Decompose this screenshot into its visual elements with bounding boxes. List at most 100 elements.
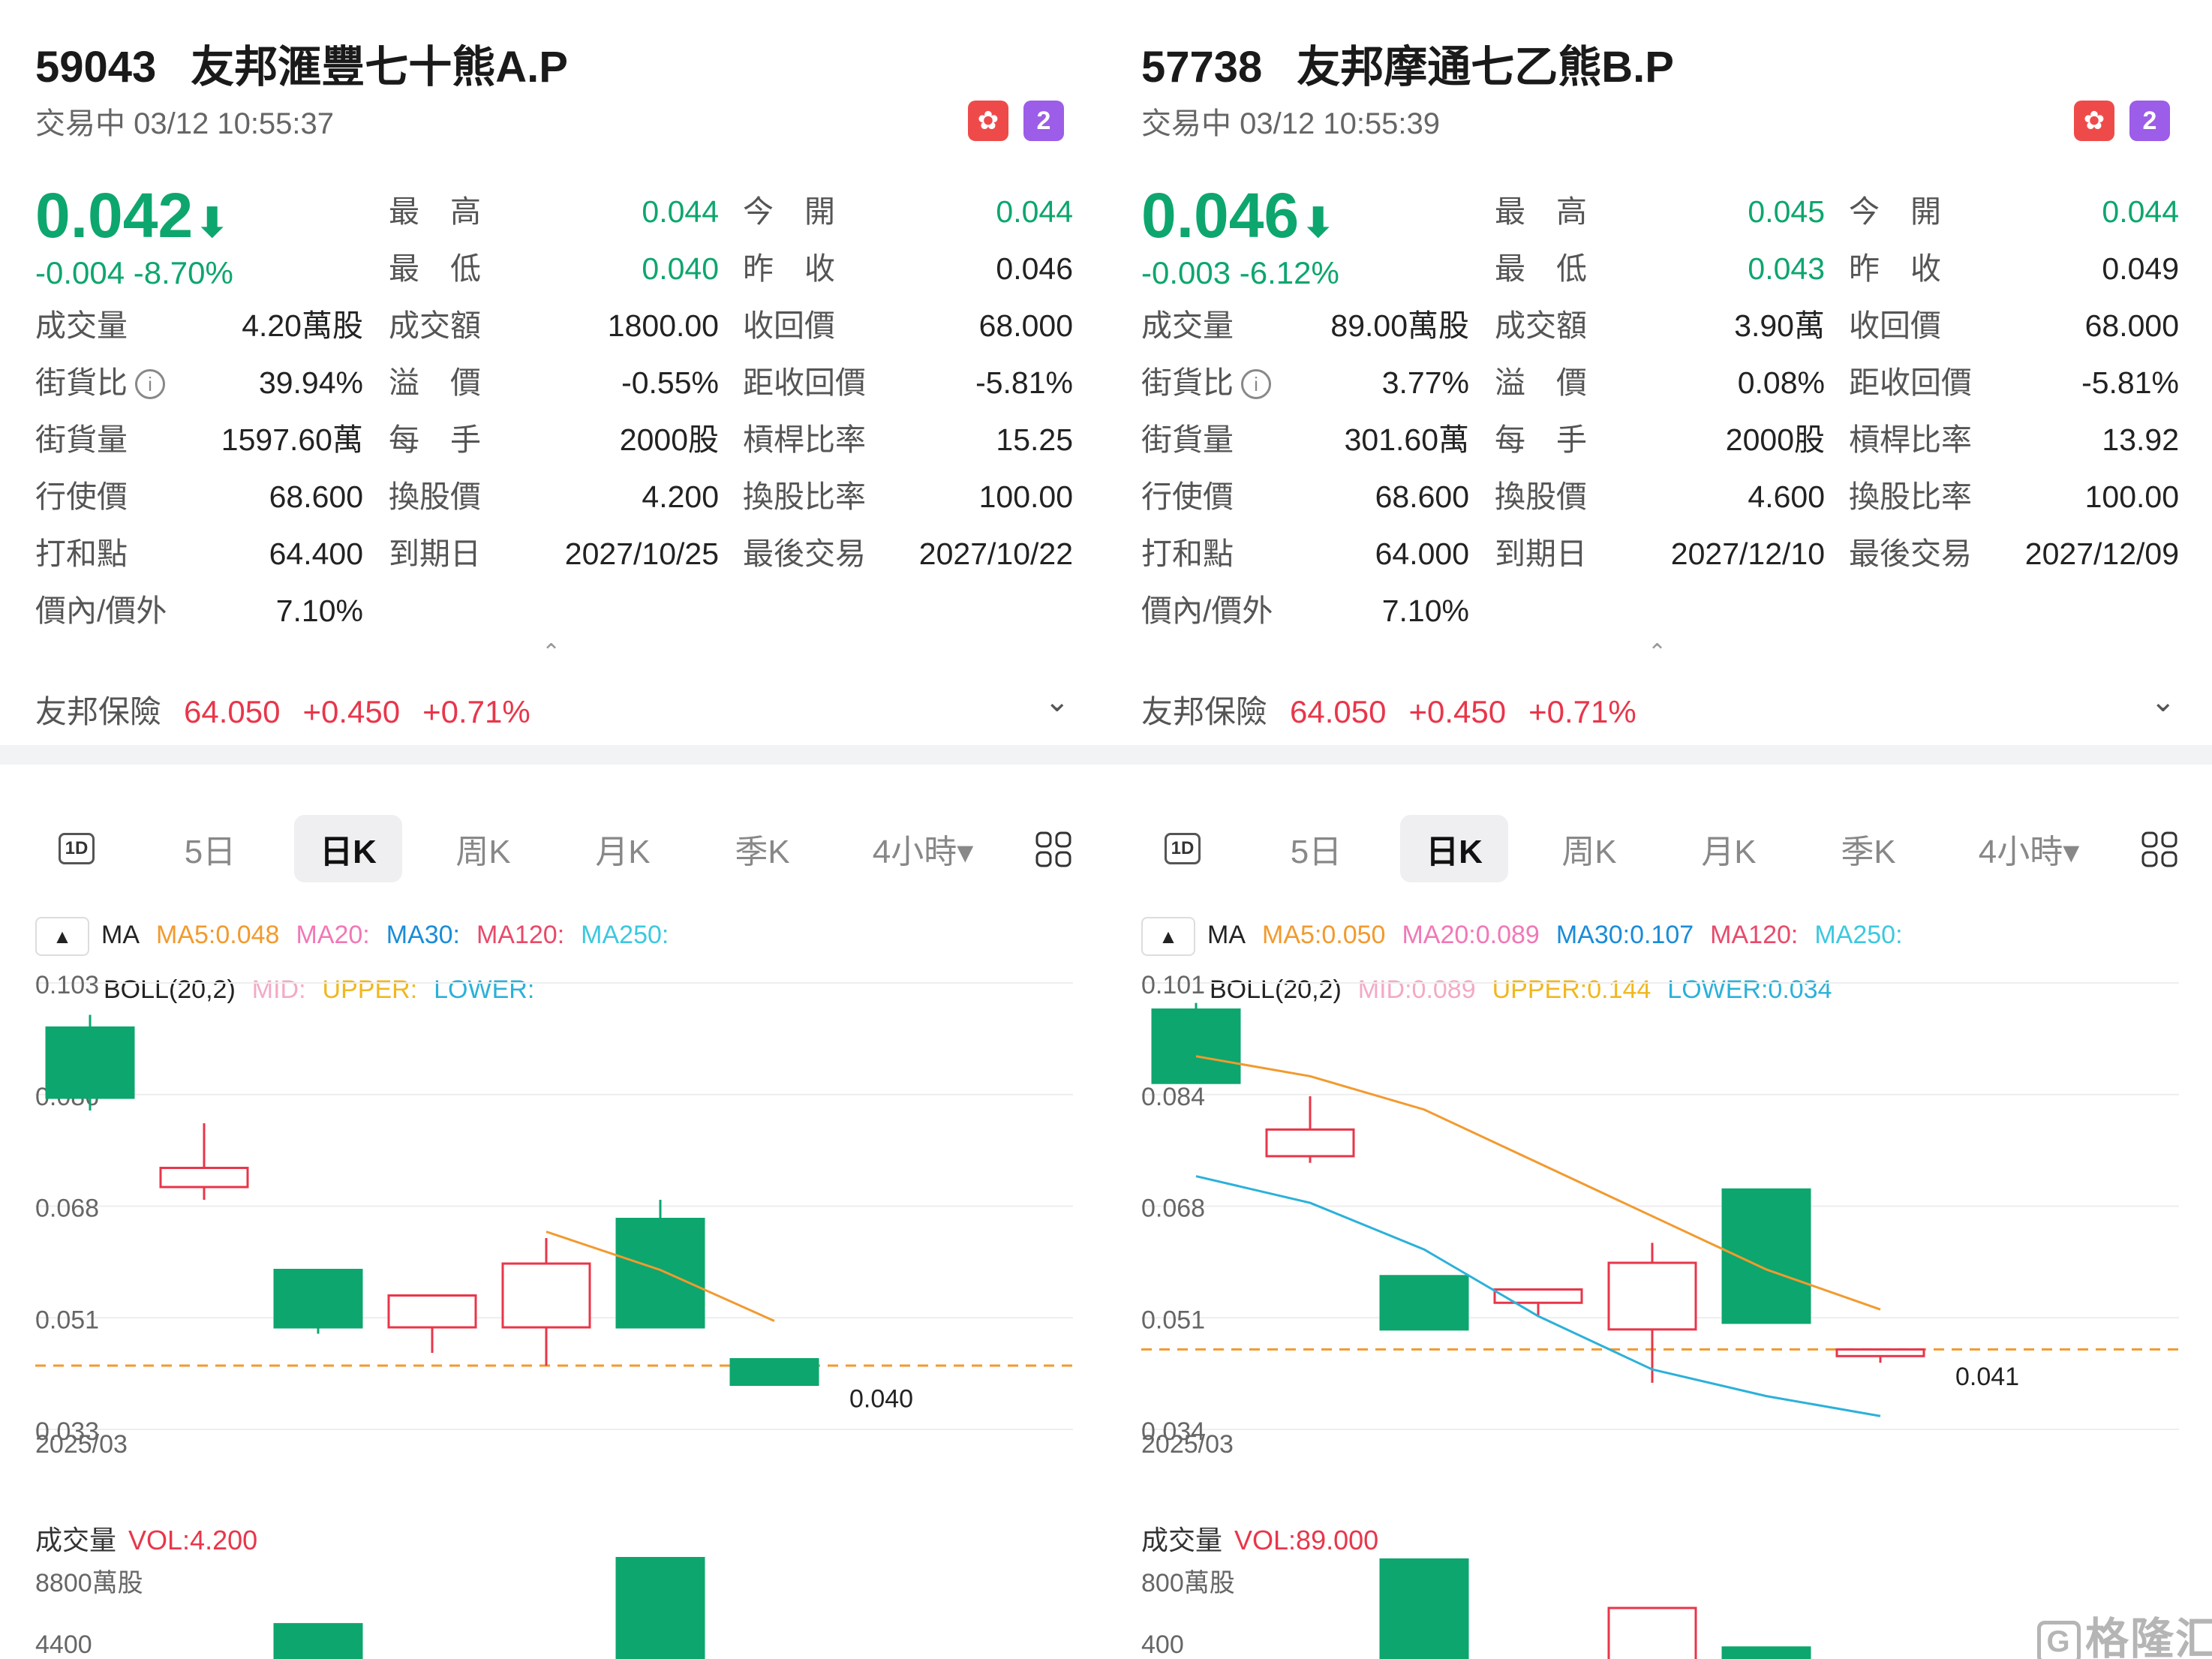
tab-1[interactable]: 5日	[165, 815, 255, 882]
tab-label: 5日	[1290, 834, 1342, 870]
price-value: 0.046	[1141, 180, 1300, 251]
stat-value: 13.92	[2102, 422, 2179, 457]
stat-value: 0.045	[1748, 194, 1825, 229]
down-arrow-icon: ⬇	[1300, 199, 1336, 246]
ma-ma250: MA250:	[581, 920, 669, 949]
stat-label: 今 開	[1849, 194, 1941, 229]
tab-5[interactable]: 季K	[1826, 815, 1910, 882]
hk-market-icon[interactable]: ✿	[2074, 101, 2114, 141]
stat-label: 溢 價	[1495, 365, 1587, 400]
ma-toggle-button[interactable]: ▲	[35, 917, 89, 956]
watermark-logo-icon: G	[2037, 1620, 2081, 1659]
stat-value: 1597.60萬	[221, 422, 363, 457]
stat-label: 街貨比 i	[1141, 368, 1271, 399]
y-tick-label: 0.103	[35, 971, 99, 999]
stat-value: 68.000	[2084, 308, 2179, 343]
trading-status: 交易中 03/12 10:55:37	[35, 107, 335, 140]
stat-value: 68.600	[1375, 479, 1469, 514]
tab-3[interactable]: 周K	[441, 815, 525, 882]
ma-toggle-button[interactable]: ▲	[1141, 917, 1195, 956]
y-tick-label: 0.051	[1141, 1306, 1205, 1334]
warrant-code: 59043	[35, 43, 157, 92]
volume-y-max-label: 800萬股	[1141, 1569, 1235, 1597]
volume-value: VOL:89.000	[1234, 1525, 1379, 1555]
ma-legend: ▲ MA MA5:0.050 MA20:0.089 MA30:0.107 MA120: MA…	[1141, 917, 1919, 956]
underlying-pct: +0.71%	[422, 694, 530, 729]
y-tick-label: 0.068	[1141, 1195, 1205, 1223]
last-price: 0.042⬇	[35, 184, 230, 247]
layout-grid-icon[interactable]	[2140, 830, 2179, 869]
tab-0[interactable]: 1D	[54, 815, 99, 882]
stat-value: 100.00	[978, 479, 1073, 514]
underlying-price: 64.050	[184, 694, 281, 729]
stat-value: -0.55%	[621, 365, 719, 400]
level2-icon[interactable]: 2	[2129, 101, 2170, 141]
stat-label: 打和點	[1141, 536, 1234, 571]
ma-ma250: MA250:	[1814, 920, 1903, 949]
tab-4[interactable]: 月K	[581, 815, 665, 882]
stat-value: 0.044	[2102, 194, 2179, 229]
stat-label: 收回價	[743, 308, 835, 343]
stat-label: 到期日	[1495, 536, 1587, 571]
underlying-quote[interactable]: 友邦保險 64.050 +0.450 +0.71%	[35, 687, 553, 732]
warrant-code: 57738	[1141, 43, 1263, 92]
stat-label: 收回價	[1849, 308, 1941, 343]
tab-6[interactable]: 4小時▾	[855, 815, 990, 882]
last-price: 0.046⬇	[1141, 184, 1336, 247]
tab-3[interactable]: 周K	[1547, 815, 1631, 882]
volume-bar	[1379, 1558, 1469, 1659]
tab-0[interactable]: 1D	[1160, 815, 1205, 882]
ma-ma20: MA20:0.089	[1402, 920, 1540, 949]
stat-label: 換股比率	[743, 479, 866, 514]
ma-legend: ▲ MA MA5:0.048 MA20: MA30: MA120: MA250:	[35, 917, 685, 956]
volume-legend: 成交量 VOL:89.000	[1141, 1519, 1378, 1558]
tab-6[interactable]: 4小時▾	[1961, 815, 2096, 882]
info-icon[interactable]: i	[135, 369, 165, 399]
stat-value: -5.81%	[975, 365, 1073, 400]
watermark: G 格隆汇	[2037, 1603, 2212, 1659]
stat-value: 100.00	[2084, 479, 2179, 514]
tab-2[interactable]: 日K	[294, 815, 402, 882]
tab-5[interactable]: 季K	[720, 815, 804, 882]
candle-body	[1379, 1275, 1469, 1331]
warrant-title: 57738 友邦摩通七乙熊B.P	[1141, 32, 1674, 95]
candle-body	[615, 1218, 705, 1329]
ma-ma5: MA5:0.048	[156, 920, 280, 949]
down-arrow-icon: ⬇	[194, 199, 230, 246]
stat-value: 15.25	[996, 422, 1073, 457]
tab-2[interactable]: 日K	[1400, 815, 1508, 882]
volume-title: 成交量	[1141, 1525, 1223, 1555]
info-icon[interactable]: i	[1241, 369, 1271, 399]
volume-y-mid-label: 4400	[35, 1630, 92, 1659]
tab-4[interactable]: 月K	[1687, 815, 1771, 882]
chevron-down-icon[interactable]: ⌄	[1044, 684, 1070, 719]
grid-cell	[2161, 851, 2177, 867]
last-low-label: 0.041	[1955, 1363, 2019, 1391]
y-tick-label: 0.068	[35, 1195, 99, 1223]
trading-status: 交易中 03/12 10:55:39	[1141, 107, 1441, 140]
underlying-quote[interactable]: 友邦保險 64.050 +0.450 +0.71%	[1141, 687, 1659, 732]
candle-body	[501, 1262, 591, 1329]
stat-value: 64.400	[269, 536, 363, 571]
candle-body	[1265, 1128, 1355, 1158]
tab-label: 季K	[1841, 834, 1896, 870]
underlying-change: +0.450	[1408, 694, 1507, 729]
ma-label: MA	[1207, 920, 1246, 949]
level2-icon[interactable]: 2	[1023, 101, 1064, 141]
hk-market-icon[interactable]: ✿	[968, 101, 1008, 141]
volume-bar	[1721, 1646, 1811, 1659]
stat-label: 今 開	[743, 194, 835, 229]
collapse-caret-icon[interactable]: ⌃	[542, 639, 561, 666]
collapse-caret-icon[interactable]: ⌃	[1648, 639, 1667, 666]
price-value: 0.042	[35, 180, 194, 251]
price-change: -0.004 -8.70%	[35, 255, 233, 290]
volume-value: VOL:4.200	[128, 1525, 258, 1555]
tab-1[interactable]: 5日	[1271, 815, 1361, 882]
y-tick-label: 0.084	[1141, 1083, 1205, 1111]
chevron-down-icon[interactable]: ⌄	[2150, 684, 2176, 719]
layout-grid-icon[interactable]	[1034, 830, 1073, 869]
warrant-panel-right: 57738 友邦摩通七乙熊B.P 交易中 03/12 10:55:39 ✿ 2 0.046…	[1106, 0, 2212, 1659]
stat-value: 0.044	[642, 194, 719, 229]
warrant-panel-left: 59043 友邦滙豐七十熊A.P 交易中 03/12 10:55:37 ✿ 2 0.042…	[0, 0, 1106, 1659]
grid-cell	[1035, 851, 1052, 867]
